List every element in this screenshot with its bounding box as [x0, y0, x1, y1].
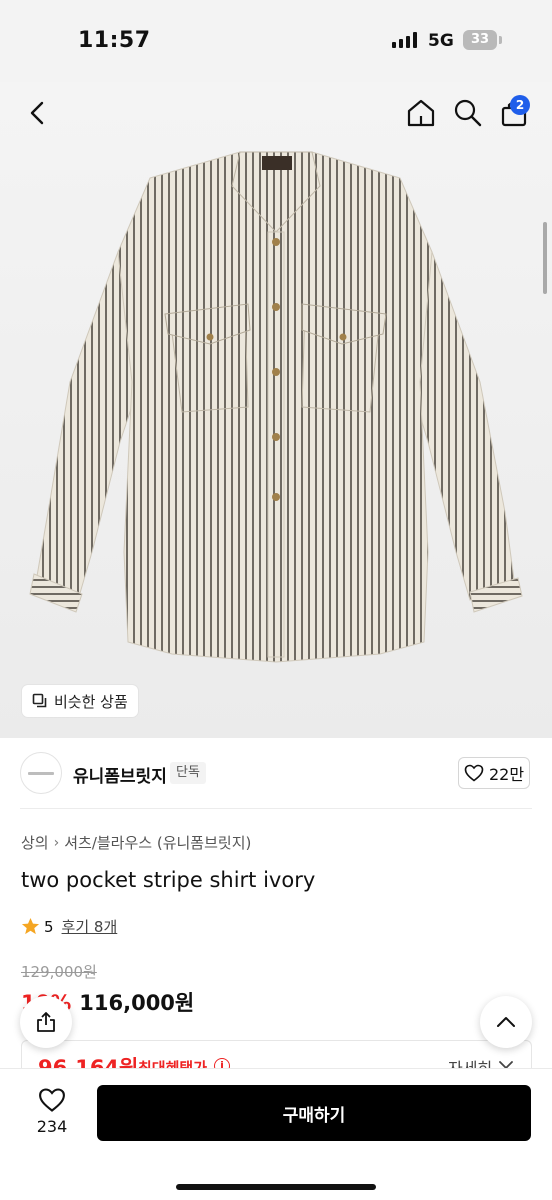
battery-tip [499, 36, 502, 44]
wishlist-button[interactable]: 234 [26, 1087, 78, 1136]
share-button[interactable] [20, 996, 72, 1048]
product-image[interactable] [0, 82, 552, 738]
brand-name[interactable]: 유니폼브릿지 [73, 762, 167, 787]
original-price: 129,000원 [21, 963, 97, 981]
similar-products-label: 비슷한 상품 [54, 692, 128, 711]
sale-price: 116,000원 [79, 991, 195, 1015]
home-indicator [176, 1184, 376, 1190]
home-icon [407, 99, 435, 127]
product-title: two pocket stripe shirt ivory [21, 868, 316, 892]
breadcrumb-item[interactable]: 셔츠/블라우스 (유니폼브릿지) [64, 832, 251, 853]
bottom-action-bar: 234 구매하기 [0, 1068, 552, 1200]
chevron-up-icon [497, 1017, 515, 1027]
brand-row: 유니폼브릿지 단독 22만 [0, 740, 552, 808]
network-label: 5G [428, 31, 454, 51]
divider [20, 808, 532, 809]
similar-products-button[interactable]: 비슷한 상품 [22, 685, 138, 717]
breadcrumb: 상의 › 셔츠/블라우스 (유니폼브릿지) [21, 832, 251, 853]
status-time: 11:57 [78, 28, 151, 53]
battery-icon: 33 [463, 30, 497, 50]
rating-score: 5 [44, 917, 54, 936]
back-icon [30, 101, 44, 125]
cart-count-badge: 2 [510, 95, 530, 115]
brand-like-button[interactable]: 22만 [458, 757, 530, 789]
share-icon [37, 1012, 55, 1032]
heart-icon [464, 764, 484, 782]
wishlist-count: 234 [36, 1117, 68, 1136]
search-button[interactable] [450, 95, 486, 131]
breadcrumb-item[interactable]: 상의 [21, 832, 49, 853]
shirt-illustration [0, 82, 552, 738]
status-bar: 11:57 5G 33 [0, 0, 552, 82]
buy-button[interactable]: 구매하기 [97, 1085, 531, 1141]
chevron-right-icon: › [53, 834, 60, 851]
signal-icon [392, 32, 417, 48]
exclusive-badge: 단독 [170, 762, 206, 784]
brand-like-count: 22만 [488, 765, 525, 784]
brand-logo[interactable] [20, 752, 62, 794]
heart-icon [39, 1088, 65, 1112]
reviews-link[interactable]: 후기 8개 [62, 916, 118, 937]
rating-row: 5 후기 8개 [21, 916, 117, 937]
scroll-indicator [543, 222, 547, 294]
star-icon [21, 917, 40, 935]
copy-icon [32, 693, 47, 708]
back-button[interactable] [20, 96, 54, 130]
search-icon [454, 99, 482, 127]
scroll-top-button[interactable] [480, 996, 532, 1048]
home-button[interactable] [403, 95, 439, 131]
